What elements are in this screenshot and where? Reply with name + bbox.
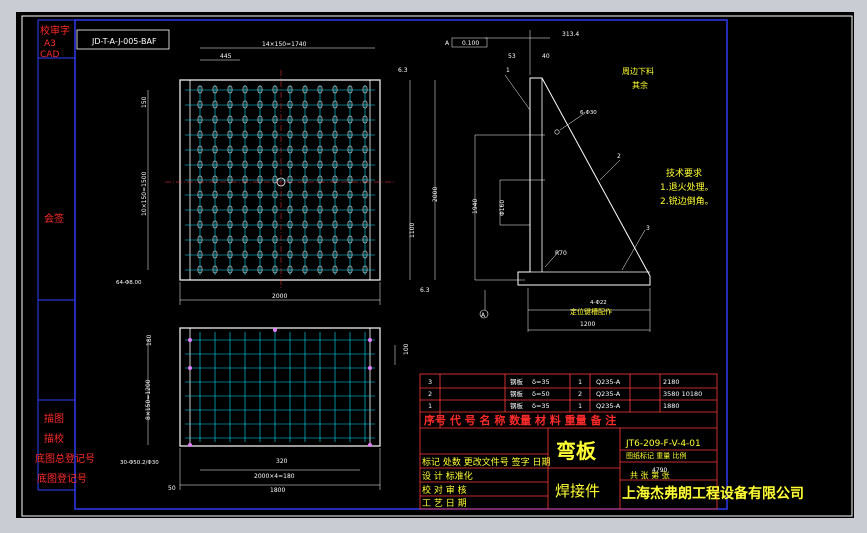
label-cad: CAD (40, 50, 59, 60)
bot-dim-left-b: 8×150=1200 (145, 379, 152, 420)
cad-viewport[interactable]: JD-T-A-J-005-BAF 校审字 A3 CAD 会签 描图 描校 底图总… (0, 0, 867, 533)
parts-cell-wt: 2180 (663, 378, 680, 386)
top-dim-right-b: 1100 (409, 223, 416, 238)
tb-sheets: 共 张 第 张 (630, 470, 670, 480)
parts-cell-spec: δ=50 (532, 390, 550, 398)
drawing-no: JT6-209-F-V-4-01 (625, 439, 701, 449)
tb-labels-row: 图纸标记 重量 比例 (626, 451, 686, 460)
title-sub: 焊接件 (555, 482, 600, 500)
parts-cell-no: 2 (428, 390, 432, 398)
parts-cell-qty: 1 (578, 402, 582, 410)
bot-hole (368, 366, 372, 370)
tb-left-row-3: 校 对 审 核 (422, 484, 467, 496)
bot-hole-note: 30-Φ50.2/Φ30 (120, 460, 159, 466)
title-main: 弯板 (556, 439, 597, 463)
bot-dim-edge: 50 (168, 485, 176, 492)
side-dim-a: 313.4 (562, 31, 579, 38)
side-base-b: 1200 (580, 321, 595, 328)
tech-req-1: 1.退火处理。 (660, 181, 714, 193)
tb-left-row-2: 设 计 标准化 (422, 470, 473, 482)
bot-hole (273, 328, 277, 332)
bot-hole (188, 443, 192, 447)
label-trace-check: 描校 (44, 432, 64, 445)
bot-dim-left-a: 180 (146, 334, 153, 346)
parts-cell-name: 钢板 (510, 377, 524, 386)
parts-header: 序号 代 号 名 称 数量 材 料 重量 备 注 (424, 413, 616, 427)
tech-req-title: 技术要求 (666, 167, 702, 179)
label-review: 校审字 (40, 24, 70, 37)
top-dim-a: 445 (220, 53, 232, 60)
bot-dim-bottom-b: 1800 (270, 487, 285, 494)
top-hole-note: 64-Φ8.00 (116, 280, 142, 286)
side-dim-b: 53 (508, 53, 516, 60)
label-size: A3 (44, 39, 56, 49)
parts-cell-spec: δ=35 (532, 378, 550, 386)
top-finish-a: 6.3 (398, 67, 408, 74)
bot-dim-mid: 320 (276, 458, 288, 465)
side-radius: R70 (555, 250, 567, 257)
parts-cell-spec: δ=35 (532, 402, 550, 410)
side-part-2: 2 (617, 153, 621, 160)
rough-note-a: 周边下料 (622, 66, 654, 76)
bot-hole (188, 366, 192, 370)
doc-code: JD-T-A-J-005-BAF (91, 37, 157, 46)
top-finish-b: 6.3 (420, 287, 430, 294)
parts-cell-wt: 1880 (663, 402, 680, 410)
top-dim-left-a: 150 (141, 96, 148, 108)
rough-note-b: 其余 (632, 80, 648, 90)
parts-cell-name: 钢板 (510, 389, 524, 398)
side-part-3: 3 (646, 225, 650, 232)
parts-cell-qty: 2 (578, 390, 582, 398)
tb-left-row-4: 工 艺 日 期 (422, 498, 467, 509)
parts-cell-name: 钢板 (510, 401, 524, 410)
parts-cell-mat: Q235-A (596, 378, 621, 386)
top-dim-bottom: 2000 (272, 293, 287, 300)
side-dim-c: 40 (542, 53, 550, 60)
bot-hole (188, 338, 192, 342)
parts-cell-mat: Q235-A (596, 390, 621, 398)
top-dim-b: 14×150=1740 (262, 41, 307, 48)
tech-req-2: 2.锐边倒角。 (660, 195, 714, 207)
top-dim-right-a: 2000 (432, 187, 439, 202)
parts-cell-qty: 1 (578, 378, 582, 386)
side-height-a: 1940 (472, 199, 479, 214)
label-base-reg: 底图登记号 (37, 472, 87, 485)
label-base-total: 底图总登记号 (35, 452, 95, 465)
top-dim-left-b: 10×150=1500 (141, 171, 148, 216)
side-ref-box: 0.100 (462, 40, 479, 47)
bot-dim-bottom-a: 2000×4=180 (254, 473, 295, 480)
parts-cell-no: 3 (428, 378, 432, 386)
side-base-note: 定位键槽配作 (570, 307, 612, 316)
side-base-a: 4-Φ22 (590, 300, 607, 306)
side-height-b: Φ160 (499, 200, 506, 216)
bot-hole (368, 443, 372, 447)
bot-hole (368, 338, 372, 342)
label-countersign: 会签 (44, 212, 64, 225)
company-name: 上海杰弗朗工程设备有限公司 (622, 485, 804, 502)
tb-left-row-1: 标记 处数 更改文件号 签字 日期 (422, 456, 550, 468)
parts-cell-wt: 3580 10180 (663, 390, 702, 398)
label-trace: 描图 (44, 412, 64, 425)
side-part-1: 1 (506, 67, 510, 74)
parts-cell-no: 1 (428, 402, 432, 410)
parts-cell-mat: Q235-A (596, 402, 621, 410)
bot-dim-right: 100 (403, 343, 410, 355)
side-hole-spec: 6-Φ30 (580, 110, 597, 116)
